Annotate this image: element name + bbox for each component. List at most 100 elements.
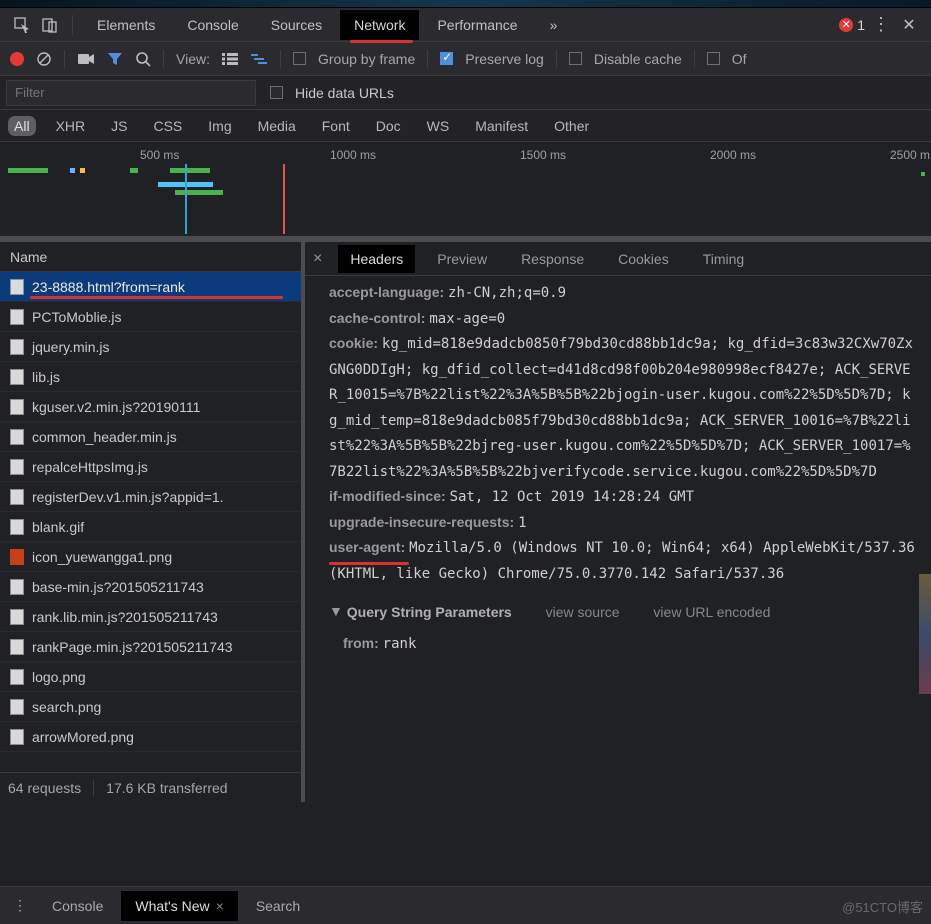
request-name: lib.js [32,369,60,385]
filter-row: Hide data URLs [0,76,931,110]
close-detail-icon[interactable]: × [313,250,322,268]
request-row[interactable]: icon_yuewangga1.png [0,542,301,572]
hide-data-urls-checkbox[interactable]: Hide data URLs [270,85,394,101]
request-detail-panel: × Headers Preview Response Cookies Timin… [305,242,931,802]
request-row[interactable]: 23-8888.html?from=rank [0,272,301,302]
error-badge[interactable]: ✕ 1 [839,17,865,33]
request-name: rank.lib.min.js?201505211743 [32,609,218,625]
request-row[interactable]: common_header.min.js [0,422,301,452]
record-icon[interactable] [10,52,24,66]
drawer-tab-whatsnew[interactable]: What's New× [121,891,237,921]
filter-media[interactable]: Media [252,116,302,136]
tab-elements[interactable]: Elements [83,10,169,40]
request-row[interactable]: registerDev.v1.min.js?appid=1. [0,482,301,512]
document-file-icon [10,279,24,295]
request-row[interactable]: PCToMoblie.js [0,302,301,332]
request-row[interactable]: jquery.min.js [0,332,301,362]
offline-checkbox[interactable]: Of [707,51,747,67]
request-name: blank.gif [32,519,84,535]
upgrade-insecure-requests-value: 1 [518,515,526,531]
detail-tab-timing[interactable]: Timing [691,245,757,273]
document-file-icon [10,369,24,385]
filter-font[interactable]: Font [316,116,356,136]
filter-img[interactable]: Img [202,116,237,136]
inspect-icon[interactable] [10,13,34,37]
filter-css[interactable]: CSS [147,116,188,136]
filter-xhr[interactable]: XHR [50,116,92,136]
disable-cache-checkbox[interactable]: Disable cache [569,51,682,67]
upgrade-insecure-requests-key: upgrade-insecure-requests: [329,514,514,530]
drawer-kebab-icon[interactable]: ⋮ [6,897,34,914]
qsp-from-value: rank [383,636,417,652]
detail-tab-response[interactable]: Response [509,245,596,273]
request-row[interactable]: rankPage.min.js?201505211743 [0,632,301,662]
tick-2000: 2000 ms [710,148,756,162]
group-by-frame-checkbox[interactable]: Group by frame [293,51,415,67]
kebab-menu-icon[interactable]: ⋮ [869,13,893,37]
cookie-key: cookie: [329,335,378,351]
preserve-log-label: Preserve log [465,51,544,67]
request-name: common_header.min.js [32,429,177,445]
filter-other[interactable]: Other [548,116,595,136]
request-row[interactable]: base-min.js?201505211743 [0,572,301,602]
request-list-panel: Name 23-8888.html?from=rank PCToMoblie.js… [0,242,305,802]
user-agent-key: user-agent: [329,535,405,560]
document-file-icon [10,489,24,505]
detail-tab-headers[interactable]: Headers [338,245,415,273]
close-whatsnew-icon[interactable]: × [216,898,224,914]
drawer-tab-search[interactable]: Search [242,891,314,921]
tab-network[interactable]: Network [340,10,419,40]
tab-performance[interactable]: Performance [423,10,531,40]
detail-tab-preview[interactable]: Preview [425,245,499,273]
request-row[interactable]: blank.gif [0,512,301,542]
tab-sources[interactable]: Sources [257,10,336,40]
qsp-caret-icon[interactable]: ▼ [329,599,343,624]
filter-input[interactable] [6,80,256,106]
filter-manifest[interactable]: Manifest [469,116,534,136]
close-devtools-icon[interactable]: ✕ [897,13,921,37]
request-row[interactable]: search.png [0,692,301,722]
headers-pane[interactable]: accept-language: zh-CN,zh;q=0.9 cache-co… [305,276,931,802]
search-icon[interactable] [135,51,151,67]
request-row[interactable]: lib.js [0,362,301,392]
document-file-icon [10,669,24,685]
request-name: 23-8888.html?from=rank [32,279,185,295]
image-file-icon [10,549,24,565]
request-list[interactable]: 23-8888.html?from=rank PCToMoblie.jsjquer… [0,272,301,772]
view-list-icon[interactable] [222,53,238,65]
request-row[interactable]: repalceHttpsImg.js [0,452,301,482]
filter-funnel-icon[interactable] [107,51,123,67]
preserve-log-checkbox[interactable]: Preserve log [440,51,544,67]
request-name: icon_yuewangga1.png [32,549,172,565]
tick-500: 500 ms [140,148,179,162]
scrollbar-indicator[interactable] [919,574,931,694]
cookie-value: kg_mid=818e9dadcb0850f79bd30cd88bb1dc9a;… [329,336,913,480]
request-row[interactable]: rank.lib.min.js?201505211743 [0,602,301,632]
qsp-view-encoded[interactable]: view URL encoded [653,604,770,620]
qsp-view-source[interactable]: view source [546,604,620,620]
view-waterfall-icon[interactable] [250,53,268,65]
network-timeline[interactable]: 500 ms 1000 ms 1500 ms 2000 ms 2500 m [0,142,931,242]
name-column-header[interactable]: Name [0,242,301,272]
filter-js[interactable]: JS [105,116,133,136]
filter-ws[interactable]: WS [421,116,456,136]
filter-all[interactable]: All [8,116,36,136]
request-row[interactable]: arrowMored.png [0,722,301,752]
request-name: repalceHttpsImg.js [32,459,148,475]
tabs-overflow[interactable]: » [536,10,572,40]
tab-console[interactable]: Console [173,10,252,40]
request-name: base-min.js?201505211743 [32,579,204,595]
camera-icon[interactable] [77,52,95,66]
qsp-title: Query String Parameters [347,604,512,620]
detail-tab-cookies[interactable]: Cookies [606,245,681,273]
error-dot-icon: ✕ [839,18,853,32]
resource-type-filter-bar: All XHR JS CSS Img Media Font Doc WS Man… [0,110,931,142]
document-file-icon [10,339,24,355]
clear-icon[interactable] [36,51,52,67]
request-row[interactable]: logo.png [0,662,301,692]
request-row[interactable]: kguser.v2.min.js?20190111 [0,392,301,422]
drawer-tab-console[interactable]: Console [38,891,117,921]
filter-doc[interactable]: Doc [370,116,407,136]
network-toolbar: View: Group by frame Preserve log Disabl… [0,42,931,76]
device-toggle-icon[interactable] [38,13,62,37]
